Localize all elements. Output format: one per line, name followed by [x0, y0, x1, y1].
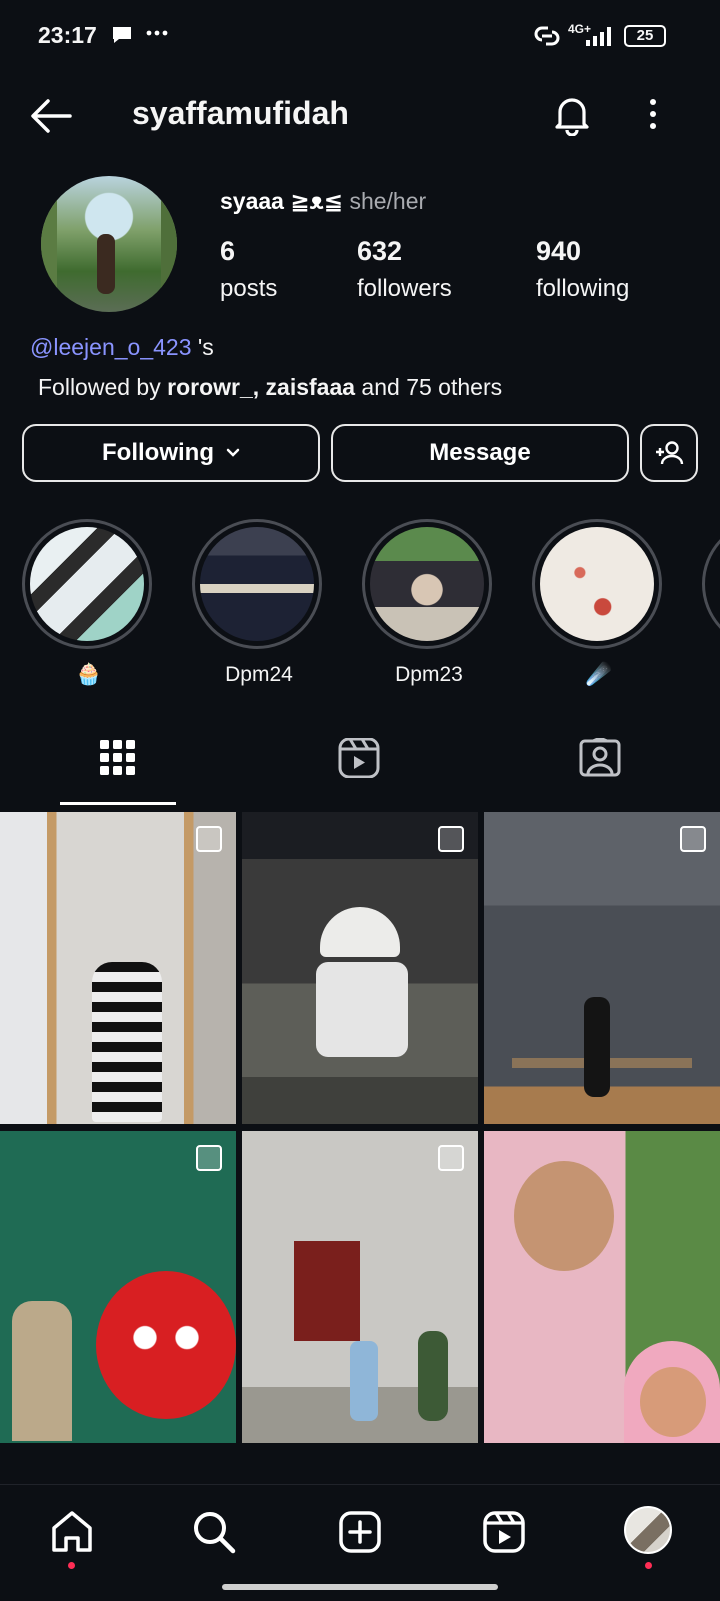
stat-value: 6 — [220, 236, 236, 266]
hotspot-link-icon — [532, 24, 562, 53]
followed-by-names: rorowr_, zaisfaaa — [167, 374, 356, 400]
followed-by[interactable]: Followed by rorowr_, zaisfaaa and 75 oth… — [38, 374, 502, 401]
highlight-cover — [30, 527, 144, 641]
search-icon — [194, 1512, 236, 1554]
profile-username: syaffamufidah — [132, 95, 349, 131]
highlight-item[interactable]: Dpm24 — [192, 519, 326, 689]
tab-posts-grid[interactable] — [88, 738, 148, 778]
stat-label: followers — [357, 275, 452, 302]
stat-followers[interactable]: 632 followers — [357, 236, 452, 303]
bio-mention: @leejen_o_423 's — [30, 334, 214, 361]
highlight-ring — [22, 519, 152, 649]
highlight-item[interactable]: ☄️ — [532, 519, 666, 689]
bell-icon — [555, 98, 589, 137]
post-thumbnail[interactable] — [242, 812, 478, 1124]
mention-suffix: 's — [191, 334, 214, 360]
suggested-people-button[interactable] — [640, 424, 698, 482]
profile-avatar[interactable] — [41, 176, 177, 312]
highlight-ring — [192, 519, 322, 649]
signal-icon — [584, 26, 614, 51]
followed-by-suffix: and 75 others — [355, 374, 503, 400]
highlight-cover — [540, 527, 654, 641]
back-button[interactable] — [28, 96, 74, 136]
stat-value: 940 — [536, 236, 582, 266]
gesture-bar[interactable] — [222, 1584, 498, 1590]
message-button[interactable]: Message — [331, 424, 629, 482]
reels-icon — [338, 737, 380, 779]
profile-display-name: syaaa ≧ᴥ≦ she/her — [220, 188, 426, 215]
stat-posts[interactable]: 6 posts — [220, 236, 277, 303]
display-name: syaaa ≧ᴥ≦ — [220, 188, 344, 214]
highlight-item[interactable]: 🧁 — [22, 519, 156, 689]
stat-label: following — [536, 275, 630, 302]
battery-indicator: 25 — [624, 25, 666, 47]
highlight-item-partial[interactable] — [702, 519, 720, 649]
highlight-label: Dpm23 — [395, 663, 463, 686]
nav-search[interactable] — [190, 1508, 238, 1556]
status-bar: 23:17 4G+ 25 — [0, 0, 720, 72]
plus-square-icon — [339, 1511, 381, 1553]
nav-reels[interactable] — [480, 1508, 528, 1556]
nav-home[interactable] — [48, 1508, 96, 1556]
nav-create[interactable] — [336, 1508, 384, 1556]
stat-value: 632 — [357, 236, 403, 266]
pronouns: she/her — [349, 188, 427, 214]
more-vertical-icon — [650, 99, 656, 129]
post-thumbnail[interactable] — [0, 1131, 236, 1443]
chevron-down-icon — [226, 448, 240, 457]
highlight-cover — [370, 527, 484, 641]
highlight-ring — [702, 519, 720, 649]
followed-by-prefix: Followed by — [38, 374, 168, 400]
add-person-icon — [656, 441, 684, 465]
stat-label: posts — [220, 275, 278, 302]
post-thumbnail[interactable] — [0, 812, 236, 1124]
message-label: Message — [429, 439, 531, 466]
highlight-cover — [200, 527, 314, 641]
profile-notification-dot — [645, 1562, 652, 1569]
multi-photo-icon — [196, 1145, 222, 1171]
nav-profile-avatar[interactable] — [624, 1506, 672, 1554]
chat-notification-icon — [110, 24, 134, 51]
active-tab-indicator — [60, 802, 176, 805]
highlight-label: ☄️ — [585, 663, 613, 686]
options-menu-button[interactable] — [646, 96, 660, 136]
following-button[interactable]: Following — [22, 424, 320, 482]
following-label: Following — [102, 439, 214, 466]
status-time: 23:17 — [38, 22, 97, 48]
more-notifications-icon — [146, 26, 168, 44]
multi-photo-icon — [438, 826, 464, 852]
highlight-ring — [532, 519, 662, 649]
highlight-item[interactable]: Dpm23 — [362, 519, 496, 689]
multi-photo-icon — [196, 826, 222, 852]
home-notification-dot — [68, 1562, 75, 1569]
grid-icon — [100, 740, 135, 775]
highlight-ring — [362, 519, 492, 649]
tagged-person-icon — [579, 736, 621, 777]
post-thumbnail[interactable] — [484, 1131, 720, 1443]
highlight-label: Dpm24 — [225, 663, 293, 686]
arrow-left-icon — [31, 99, 72, 133]
tab-tagged[interactable] — [571, 736, 631, 778]
tab-reels[interactable] — [330, 737, 390, 779]
reels-icon — [483, 1511, 525, 1553]
mention-link[interactable]: @leejen_o_423 — [30, 334, 191, 360]
multi-photo-icon — [680, 826, 706, 852]
notifications-button[interactable] — [552, 92, 592, 137]
highlight-label: 🧁 — [75, 663, 103, 686]
multi-photo-icon — [438, 1145, 464, 1171]
post-thumbnail[interactable] — [242, 1131, 478, 1443]
post-thumbnail[interactable] — [484, 812, 720, 1124]
home-icon — [52, 1511, 92, 1552]
stat-following[interactable]: 940 following — [536, 236, 629, 303]
